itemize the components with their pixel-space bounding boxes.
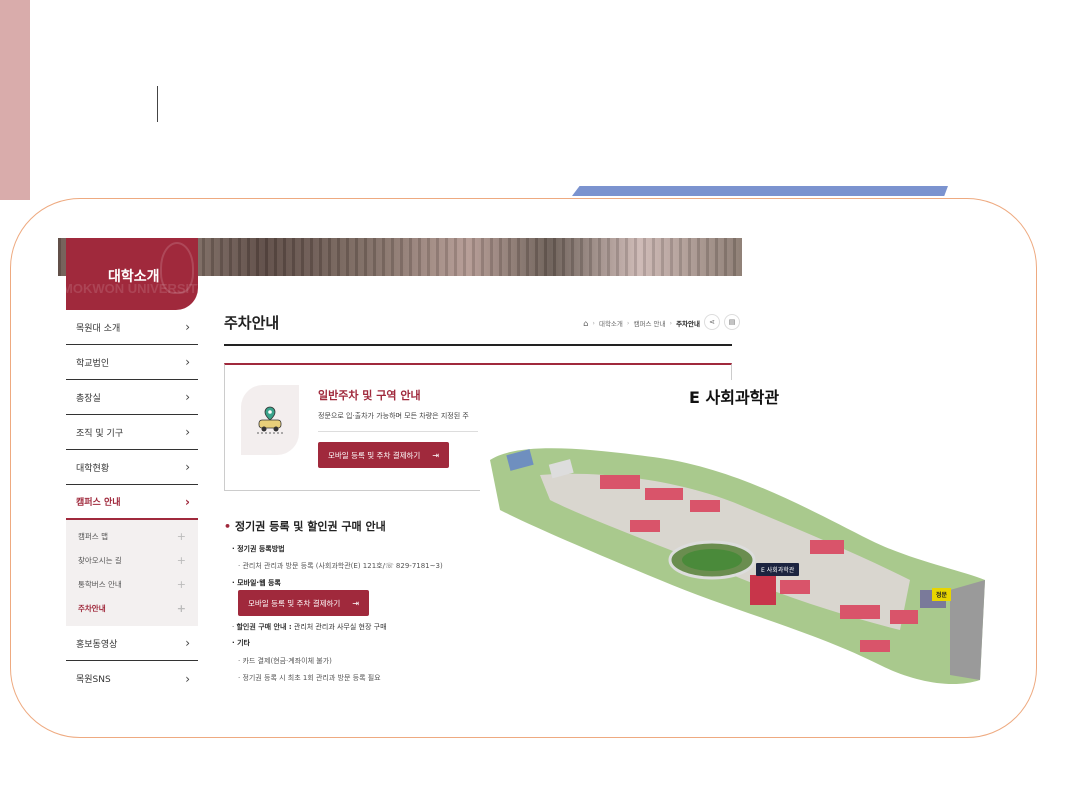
- mobile-payment-button-2[interactable]: 모바일 등록 및 주차 결제하기 ⇥: [238, 590, 370, 616]
- button-label: 모바일 등록 및 주차 결제하기: [248, 598, 341, 608]
- sidebar-item-campus[interactable]: 캠퍼스 안내 ›: [66, 485, 198, 520]
- sidebar-item-label: 목원대 소개: [76, 323, 121, 334]
- share-icon[interactable]: ⋖: [704, 314, 720, 330]
- plus-icon: +: [176, 529, 186, 543]
- sidebar-header: MOKWON UNIVERSITY 대학소개: [66, 238, 198, 310]
- sidebar-item-about[interactable]: 목원대 소개 ›: [66, 310, 198, 345]
- parking-icon-box: [241, 385, 299, 455]
- chevron-right-icon: ›: [185, 390, 190, 404]
- sidebar-item-label: 목원SNS: [76, 675, 111, 685]
- etc-heading: · 기타: [232, 639, 250, 647]
- pass-registration-heading: · 정기권 등록방법: [232, 545, 285, 553]
- title-divider: [157, 86, 158, 122]
- section-title: • 정기권 등록 및 할인권 구매 안내: [224, 518, 386, 534]
- chevron-right-icon: ›: [185, 425, 190, 439]
- sidebar-item-sns[interactable]: 목원SNS ›: [66, 661, 198, 696]
- bullet-icon: •: [224, 520, 232, 533]
- sidebar-sub-item-label: 찾아오시는 길: [78, 555, 122, 565]
- sidebar-item-organization[interactable]: 조직 및 기구 ›: [66, 415, 198, 450]
- sidebar-item-label: 조직 및 기구: [76, 428, 124, 439]
- sidebar-item-president[interactable]: 총장실 ›: [66, 380, 198, 415]
- sidebar-sub-item-directions[interactable]: 찾아오시는 길 +: [66, 548, 198, 572]
- divider: [318, 431, 478, 432]
- home-icon[interactable]: ⌂: [583, 319, 588, 328]
- button-label: 모바일 등록 및 주차 결제하기: [328, 450, 421, 460]
- mobile-web-heading: · 모바일·웹 등록: [232, 579, 281, 587]
- chevron-right-icon: ›: [185, 320, 190, 334]
- page-title: 주차안내: [224, 314, 280, 332]
- chevron-right-icon: ›: [185, 494, 190, 509]
- sidebar-sub-item-campus-map[interactable]: 캠퍼스 맵 +: [66, 524, 198, 548]
- etc-item: · 정기권 등록 시 최초 1회 관리과 방문 등록 필요: [238, 674, 381, 682]
- card-title: 일반주차 및 구역 안내: [318, 389, 421, 402]
- blue-accent-bar: [572, 186, 948, 196]
- sidebar-sub-item-label: 주차안내: [78, 603, 106, 613]
- sidebar-nav: 목원대 소개 › 학교법인 › 총장실 › 조직 및 기구 › 대학현황 › 캠퍼스 안내…: [66, 310, 198, 696]
- plus-icon: +: [176, 577, 186, 591]
- plus-icon: +: [176, 601, 186, 615]
- sidebar-title: 대학소개: [108, 269, 160, 285]
- breadcrumb-item[interactable]: 캠퍼스 안내: [634, 318, 666, 328]
- chevron-right-icon: ›: [185, 355, 190, 369]
- sidebar-sub-item-label: 캠퍼스 맵: [78, 531, 108, 541]
- slide-accent-bar: [0, 0, 30, 200]
- breadcrumb: ⌂ › 대학소개 › 캠퍼스 안내 › 주차안내: [583, 318, 700, 329]
- sidebar-submenu: 캠퍼스 맵 + 찾아오시는 길 + 통학버스 안내 + 주차안내 +: [66, 520, 198, 626]
- login-arrow-icon: ⇥: [432, 450, 440, 460]
- pass-registration-text: · 관리처 관리과 방문 등록 (사회과학관(E) 121호/☏ 829-718…: [238, 562, 443, 570]
- sidebar-item-foundation[interactable]: 학교법인 ›: [66, 345, 198, 380]
- university-emblem-icon: [160, 242, 194, 294]
- building-label: E 사회과학관: [756, 563, 800, 576]
- print-icon[interactable]: ▤: [724, 314, 740, 330]
- login-arrow-icon: ⇥: [352, 598, 360, 608]
- sidebar-sub-item-parking[interactable]: 주차안내 +: [66, 596, 198, 620]
- sidebar-item-label: 대학현황: [76, 463, 110, 474]
- breadcrumb-item[interactable]: 대학소개: [599, 318, 623, 328]
- sidebar-item-status[interactable]: 대학현황 ›: [66, 450, 198, 485]
- sidebar-item-label: 홍보동영상: [76, 639, 118, 650]
- discount-info: · 할인권 구매 안내 : 관리처 관리과 사무실 현장 구매: [232, 623, 387, 631]
- page-header: 주차안내 ⌂ › 대학소개 › 캠퍼스 안내 › 주차안내 ⋖ ▤: [224, 310, 740, 346]
- plus-icon: +: [176, 553, 186, 567]
- card-description: 정문으로 입·출차가 가능하며 모든 차량은 지정된 주: [318, 412, 469, 420]
- sidebar-sub-item-shuttle[interactable]: 통학버스 안내 +: [66, 572, 198, 596]
- chevron-right-icon: ›: [185, 671, 190, 686]
- main-gate-label: 정문: [932, 588, 952, 601]
- sidebar-item-label: 총장실: [76, 393, 101, 404]
- campus-map: [480, 380, 994, 695]
- etc-item: · 카드 결제(현금·계좌이체 불가): [238, 657, 332, 665]
- breadcrumb-item: 주차안내: [676, 320, 700, 328]
- campus-map-illustration: [490, 448, 985, 685]
- car-location-icon: [257, 406, 283, 434]
- chevron-right-icon: ›: [185, 636, 190, 650]
- sidebar-item-label: 학교법인: [76, 358, 110, 369]
- section-title-text: 정기권 등록 및 할인권 구매 안내: [235, 520, 386, 533]
- sidebar-sub-item-label: 통학버스 안내: [78, 579, 122, 589]
- chevron-right-icon: ›: [185, 460, 190, 474]
- sidebar-item-label: 캠퍼스 안내: [76, 498, 121, 508]
- mobile-payment-button[interactable]: 모바일 등록 및 주차 결제하기 ⇥: [318, 442, 450, 468]
- sidebar-item-video[interactable]: 홍보동영상 ›: [66, 626, 198, 661]
- map-title: E 사회과학관: [689, 388, 780, 407]
